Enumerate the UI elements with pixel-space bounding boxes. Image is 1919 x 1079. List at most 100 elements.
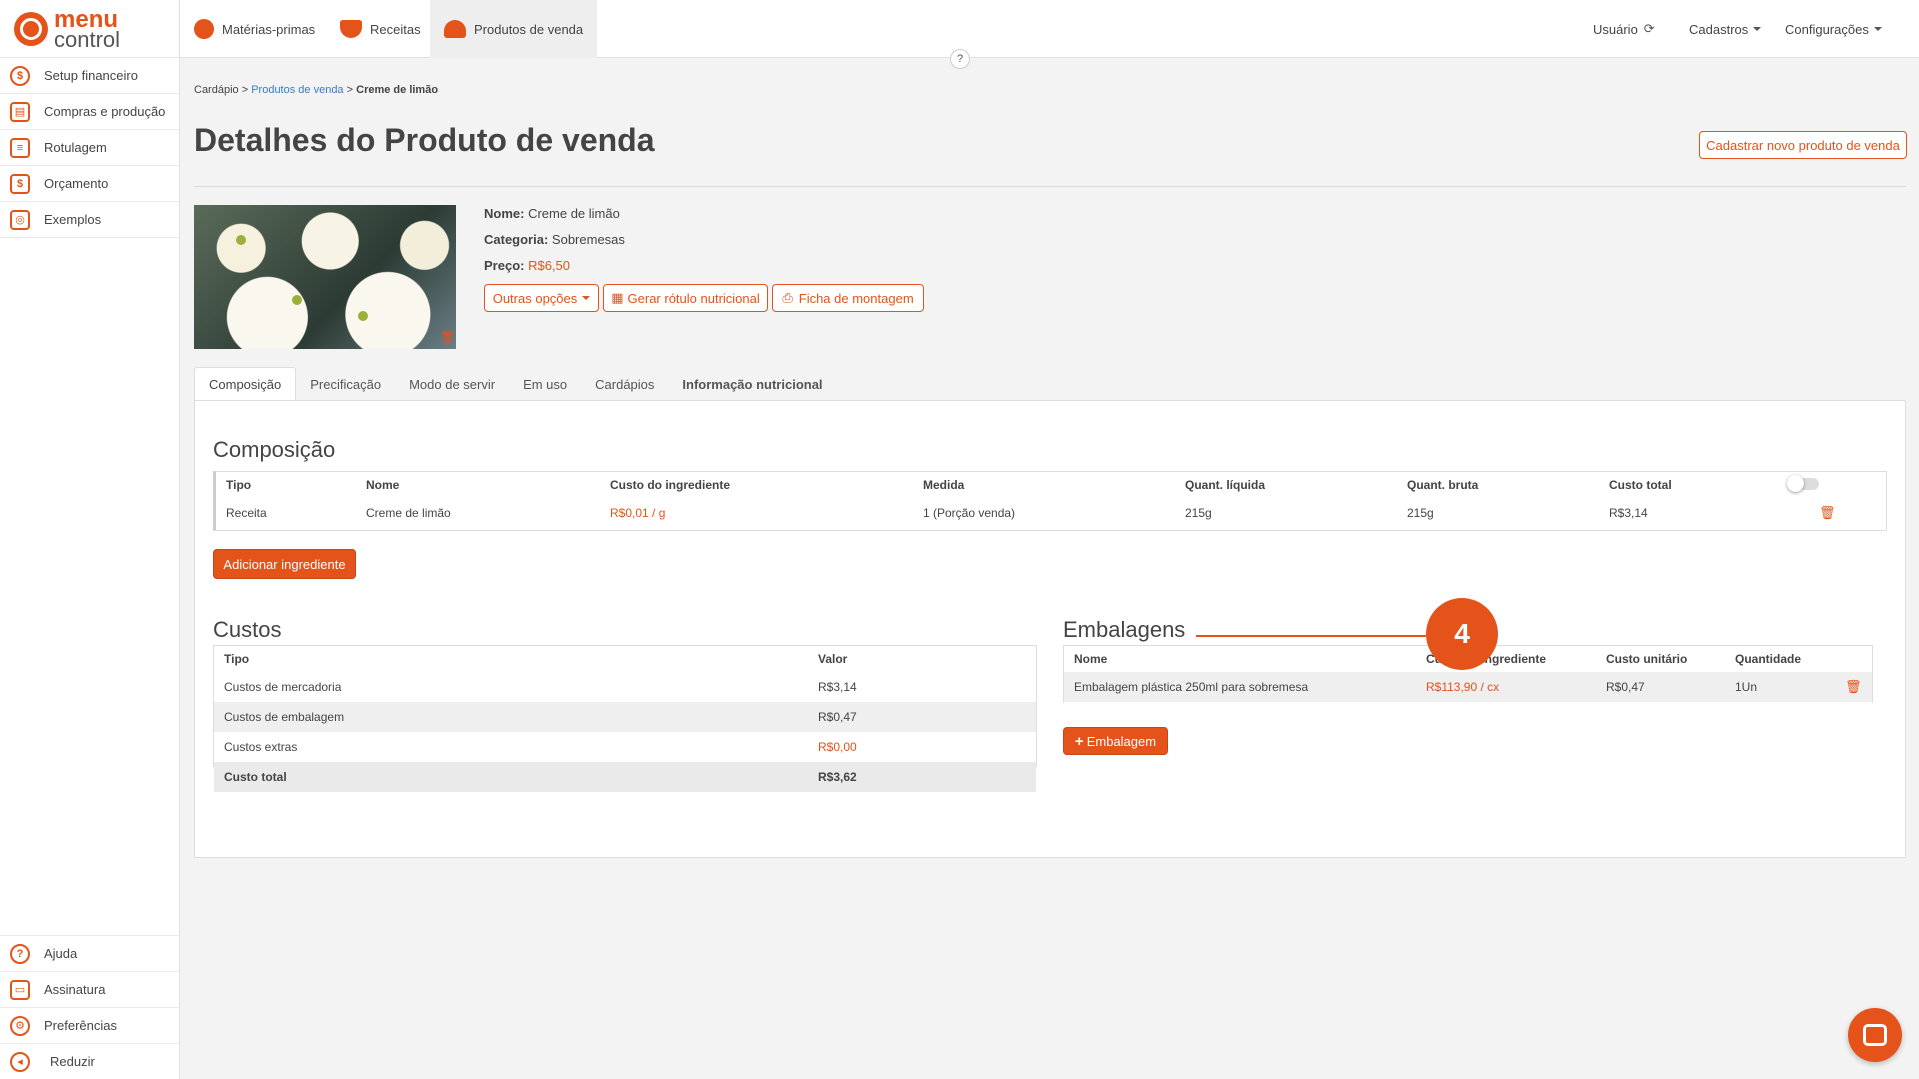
column-header: Custo total [1609,478,1672,492]
sidebar-item-preferencias[interactable]: ⚙ Preferências [0,1007,179,1043]
tab-informacao-nutricional[interactable]: Informação nutricional [668,367,836,401]
table-row: Custos extras R$0,00 [214,732,1036,762]
breadcrumb-current: Creme de limão [356,84,439,96]
sidebar-item-ajuda[interactable]: ? Ajuda [0,935,179,971]
sidebar-item-setup-financeiro[interactable]: $ Setup financeiro [0,58,179,94]
tab-materias-primas[interactable]: Matérias-primas [180,0,329,58]
chevron-down-icon [1753,27,1762,31]
image-trash-icon[interactable]: 🗑 [440,330,455,344]
toggle-switch[interactable] [1787,474,1819,492]
breadcrumb-root[interactable]: Cardápio [194,84,239,96]
add-embalagem-label: Embalagem [1086,733,1157,749]
tab-receitas[interactable]: Receitas [326,0,435,58]
cell-tipo: Receita [226,506,267,520]
collapse-icon: ◂ [10,1051,30,1072]
top-nav: Matérias-primas Receitas Produtos de ven… [180,0,1919,58]
product-image [194,205,456,349]
cell-custo-unitario: R$0,47 [1596,672,1725,702]
table-row: Custos de embalagem R$0,47 [214,702,1036,732]
lightbulb-icon: ◎ [10,209,30,230]
calculator-icon: ▦ [611,290,624,305]
user-label: Usuário [1593,21,1638,37]
sidebar-item-exemplos[interactable]: ◎ Exemplos [0,202,179,238]
sidebar-item-label: Rotulagem [44,140,107,155]
trash-icon[interactable]: 🗑 [1819,505,1836,520]
detail-tabs: Composição Precificação Modo de servir E… [194,367,837,401]
add-ingredient-button[interactable]: Adicionar ingrediente [213,549,356,579]
logo[interactable]: menu control [0,0,179,58]
bowl-icon [340,20,362,38]
logo-icon [14,11,48,46]
nutrition-label: Gerar rótulo nutricional [627,290,760,306]
cadastros-menu[interactable]: Cadastros [1689,0,1762,58]
table-row: Custos de mercadoria R$3,14 [214,672,1036,702]
column-header: Tipo [224,652,250,666]
tab-produtos-de-venda[interactable]: Produtos de venda [430,0,598,58]
chat-icon [1863,1024,1887,1046]
tab-cardapios[interactable]: Cardápios [581,367,668,401]
cell-custo-ingrediente[interactable]: R$0,01 / g [600,498,913,528]
chat-widget-button[interactable] [1848,1008,1902,1062]
tomato-icon [194,19,214,39]
sidebar-item-rotulagem[interactable]: ≡ Rotulagem [0,130,179,166]
delete-cell: 🗑 [1835,672,1872,702]
sidebar-item-reduzir[interactable]: ◂ Reduzir [0,1043,179,1079]
breadcrumb: Cardápio > Produtos de venda > Creme de … [194,84,438,96]
column-header: Valor [818,652,848,666]
sidebar-item-label: Preferências [44,1018,117,1033]
help-bubble[interactable]: ? [950,49,970,69]
column-header: Tipo [226,478,252,492]
sidebar-item-label: Orçamento [44,176,109,191]
logo-line2: control [54,26,121,52]
nav-tab-label: Produtos de venda [474,21,584,37]
breadcrumb-section[interactable]: Produtos de venda [251,84,343,96]
label-icon: ≡ [10,137,30,158]
table-row-total: Custo total R$3,62 [214,762,1036,792]
tab-modo-de-servir[interactable]: Modo de servir [395,367,509,401]
sidebar-item-label: Compras e produção [44,104,166,119]
column-header: Quant. líquida [1185,478,1265,492]
chevron-down-icon [582,296,591,300]
cell-valor: R$3,62 [808,762,1036,792]
name-value: Creme de limão [528,206,620,221]
gear-icon: ⚙ [10,1015,30,1036]
cell-quant-liquida: 215g [1185,506,1212,520]
table-row[interactable]: Embalagem plástica 250ml para sobremesa … [1064,672,1872,702]
step-badge: 4 [1426,598,1498,670]
sidebar-item-label: Assinatura [44,982,106,997]
configuracoes-menu[interactable]: Configurações [1785,0,1882,58]
sidebar-item-orcamento[interactable]: $ Orçamento [0,166,179,202]
embalagens-title: Embalagens [1063,617,1186,642]
composicao-title: Composição [213,437,336,462]
trash-icon[interactable]: 🗑 [1845,679,1862,694]
tab-em-uso[interactable]: Em uso [509,367,581,401]
column-header: Quantidade [1735,652,1802,666]
cell-valor: R$0,47 [808,702,1036,732]
sidebar-bottom: ? Ajuda ▭ Assinatura ⚙ Preferências ◂ Re… [0,935,179,1079]
delete-cell: 🗑 [1779,498,1886,528]
assembly-sheet-button[interactable]: ⎙ Ficha de montagem [772,284,924,312]
column-header: Nome [1074,652,1108,666]
name-label: Nome: [484,206,525,221]
dollar-gear-icon: $ [10,65,30,86]
tab-precificacao[interactable]: Precificação [296,367,395,401]
sidebar-item-assinatura[interactable]: ▭ Assinatura [0,971,179,1007]
nutrition-label-button[interactable]: ▦ Gerar rótulo nutricional [603,284,768,312]
column-header-actions [1835,646,1872,672]
custos-title: Custos [213,617,282,642]
cloche-icon [444,20,466,38]
more-options-button[interactable]: Outras opções [484,284,599,312]
add-embalagem-button[interactable]: + Embalagem [1063,727,1168,755]
cell-quantidade: 1Un [1725,672,1835,702]
cell-custo-ingrediente[interactable]: R$113,90 / cx [1416,672,1596,702]
tab-composicao[interactable]: Composição [194,367,297,401]
cart-clipboard-icon: ▤ [10,101,30,122]
cell-valor[interactable]: R$0,00 [808,732,1036,762]
column-header: Custo unitário [1606,652,1688,666]
sidebar-item-compras[interactable]: ▤ Compras e produção [0,94,179,130]
user-menu[interactable]: Usuário ⟳ [1593,0,1655,58]
new-product-button[interactable]: Cadastrar novo produto de venda [1699,131,1907,159]
sidebar: menu control $ Setup financeiro ▤ Compra… [0,0,180,1079]
table-row[interactable]: Receita Creme de limão R$0,01 / g 1 (Por… [216,498,1886,528]
category-value: Sobremesas [551,232,625,247]
